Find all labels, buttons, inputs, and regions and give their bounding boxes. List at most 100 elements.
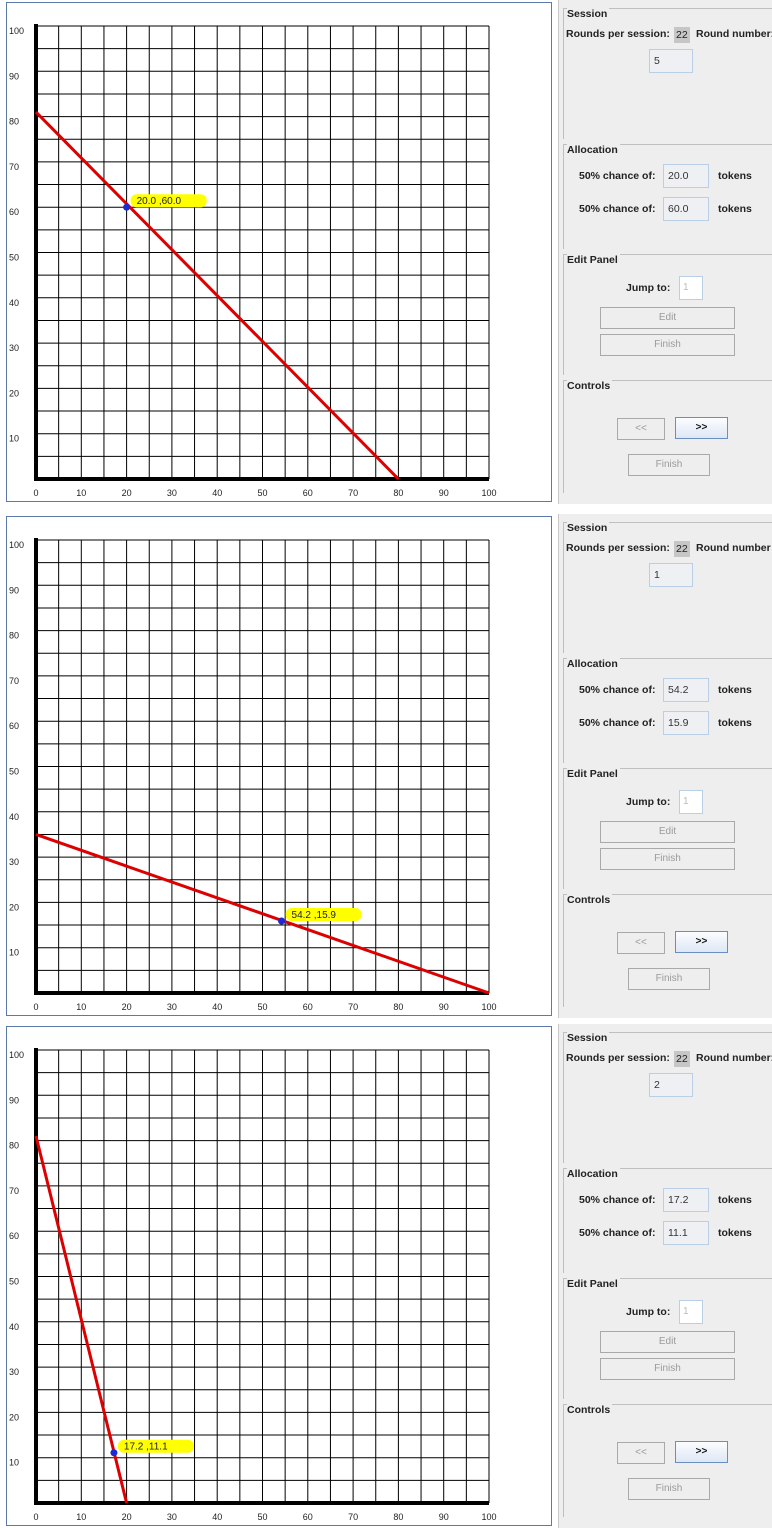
allocation-y-field[interactable]: 11.1 <box>663 1221 709 1245</box>
allocation-x-field[interactable]: 20.0 <box>663 164 709 188</box>
next-round-button[interactable]: >> <box>675 1441 728 1463</box>
round-number-field[interactable]: 1 <box>649 563 693 587</box>
edit-finish-button[interactable]: Finish <box>600 334 735 356</box>
controls-panel-title: Controls <box>567 380 613 392</box>
budget-chart[interactable]: 0 10 20 30 40 50 60 70 80 90 100 10 20 30 40 50 60 70 80 90… <box>6 1026 552 1526</box>
previous-round-button[interactable]: << <box>617 418 665 440</box>
y-tick-label: 80 <box>9 117 19 127</box>
controls-panel: Controls << >> Finish <box>563 894 772 1007</box>
edit-button[interactable]: Edit <box>600 821 735 843</box>
finish-button[interactable]: Finish <box>628 1478 710 1500</box>
x-tick-label: 90 <box>439 488 449 498</box>
y-tick-label: 30 <box>9 857 19 867</box>
point-coordinate-label: 20.0 ,60.0 <box>137 196 182 207</box>
y-tick-label: 10 <box>9 1458 19 1468</box>
budget-chart[interactable]: 0 10 20 30 40 50 60 70 80 90 100 10 20 30 40 50 60 70 80 90… <box>6 516 552 1016</box>
x-tick-label: 10 <box>76 488 86 498</box>
edit-finish-button[interactable]: Finish <box>600 848 735 870</box>
point-coordinate-label: 54.2 ,15.9 <box>292 910 337 921</box>
round-number-label: Round number: <box>696 1052 772 1064</box>
edit-panel-title: Edit Panel <box>567 768 620 780</box>
jump-to-label: Jump to: <box>626 796 671 808</box>
finish-button[interactable]: Finish <box>628 454 710 476</box>
edit-panel-title: Edit Panel <box>567 1278 620 1290</box>
x-tick-label: 10 <box>76 1512 86 1522</box>
finish-button[interactable]: Finish <box>628 968 710 990</box>
allocation-panel: Allocation 50% chance of: 54.2 tokens 50… <box>563 658 772 763</box>
y-tick-label: 70 <box>9 162 19 172</box>
next-round-button[interactable]: >> <box>675 931 728 953</box>
y-tick-label: 50 <box>9 767 19 777</box>
allocation-x-field[interactable]: 17.2 <box>663 1188 709 1212</box>
jump-to-field[interactable]: 1 <box>679 1300 703 1324</box>
budget-chart-svg[interactable]: 0 10 20 30 40 50 60 70 80 90 100 10 20 30 40 50 60 70 80 90… <box>7 3 553 503</box>
next-round-button[interactable]: >> <box>675 417 728 439</box>
allocation-y-unit: tokens <box>718 1227 752 1239</box>
y-tick-label: 80 <box>9 631 19 641</box>
session-panel-title: Session <box>567 8 610 20</box>
edit-finish-button[interactable]: Finish <box>600 1358 735 1380</box>
x-tick-label: 90 <box>439 1512 449 1522</box>
y-tick-label: 90 <box>9 71 19 81</box>
x-tick-label: 80 <box>393 488 403 498</box>
round-number-label: Round number: <box>696 28 772 40</box>
x-tick-label: 60 <box>303 1002 313 1012</box>
round-number-field[interactable]: 2 <box>649 1073 693 1097</box>
selected-point <box>123 203 131 211</box>
x-tick-label: 40 <box>212 488 222 498</box>
allocation-y-field[interactable]: 15.9 <box>663 711 709 735</box>
y-tick-label: 70 <box>9 676 19 686</box>
jump-to-field[interactable]: 1 <box>679 276 703 300</box>
edit-button[interactable]: Edit <box>600 307 735 329</box>
x-tick-label: 100 <box>481 488 496 498</box>
y-tick-label: 60 <box>9 721 19 731</box>
selected-point <box>278 917 286 925</box>
session-panel: Session Rounds per session: 22 Round num… <box>563 1032 772 1163</box>
allocation-panel-title: Allocation <box>567 144 620 156</box>
budget-chart[interactable]: 0 10 20 30 40 50 60 70 80 90 100 10 20 30 40 50 60 70 80 90… <box>6 2 552 502</box>
rounds-per-session-label: Rounds per session: <box>566 1052 670 1064</box>
previous-round-button[interactable]: << <box>617 932 665 954</box>
allocation-panel: Allocation 50% chance of: 17.2 tokens 50… <box>563 1168 772 1273</box>
controls-panel: Controls << >> Finish <box>563 1404 772 1517</box>
y-tick-label: 40 <box>9 812 19 822</box>
x-tick-label: 30 <box>167 1002 177 1012</box>
x-tick-label: 30 <box>167 1512 177 1522</box>
allocation-y-label: 50% chance of: <box>579 203 656 215</box>
y-tick-label: 30 <box>9 343 19 353</box>
control-sidebar: Session Rounds per session: 22 Round num… <box>558 514 772 1018</box>
y-tick-label: 60 <box>9 207 19 217</box>
x-tick-label: 40 <box>212 1002 222 1012</box>
rounds-per-session-label: Rounds per session: <box>566 28 670 40</box>
x-tick-label: 40 <box>212 1512 222 1522</box>
allocation-y-unit: tokens <box>718 203 752 215</box>
jump-to-field[interactable]: 1 <box>679 790 703 814</box>
rounds-per-session-value: 22 <box>674 541 690 557</box>
y-tick-label: 10 <box>9 948 19 958</box>
allocation-y-field[interactable]: 60.0 <box>663 197 709 221</box>
edit-button[interactable]: Edit <box>600 1331 735 1353</box>
allocation-x-field[interactable]: 54.2 <box>663 678 709 702</box>
y-tick-label: 80 <box>9 1141 19 1151</box>
y-tick-label: 100 <box>9 540 24 550</box>
y-tick-label: 40 <box>9 1322 19 1332</box>
edit-panel: Edit Panel Jump to: 1 Edit Finish <box>563 1278 772 1399</box>
budget-chart-svg[interactable]: 0 10 20 30 40 50 60 70 80 90 100 10 20 30 40 50 60 70 80 90… <box>7 517 553 1017</box>
edit-panel: Edit Panel Jump to: 1 Edit Finish <box>563 768 772 889</box>
controls-panel: Controls << >> Finish <box>563 380 772 493</box>
allocation-y-label: 50% chance of: <box>579 717 656 729</box>
rounds-per-session-label: Rounds per session: <box>566 542 670 554</box>
round-number-field[interactable]: 5 <box>649 49 693 73</box>
y-tick-label: 100 <box>9 1050 24 1060</box>
rounds-per-session-value: 22 <box>674 27 690 43</box>
controls-panel-title: Controls <box>567 1404 613 1416</box>
jump-to-label: Jump to: <box>626 1306 671 1318</box>
allocation-y-label: 50% chance of: <box>579 1227 656 1239</box>
x-tick-label: 50 <box>257 1002 267 1012</box>
budget-chart-svg[interactable]: 0 10 20 30 40 50 60 70 80 90 100 10 20 30 40 50 60 70 80 90… <box>7 1027 553 1527</box>
previous-round-button[interactable]: << <box>617 1442 665 1464</box>
x-tick-label: 80 <box>393 1512 403 1522</box>
y-tick-label: 30 <box>9 1367 19 1377</box>
edit-panel: Edit Panel Jump to: 1 Edit Finish <box>563 254 772 375</box>
allocation-panel-title: Allocation <box>567 658 620 670</box>
